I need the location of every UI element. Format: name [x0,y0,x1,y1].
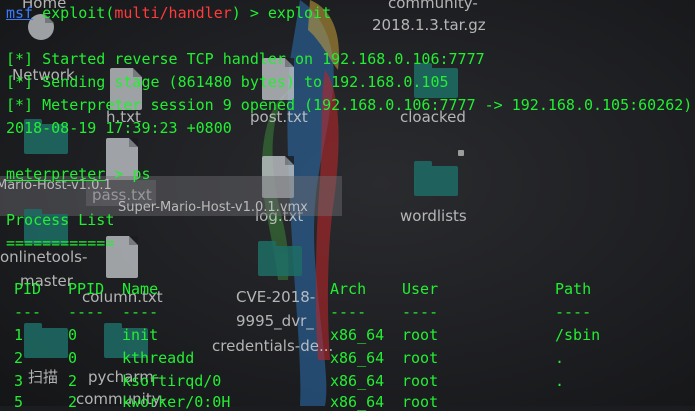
path-cell: . [555,372,565,390]
pid-cell: 2 [14,349,24,367]
ps-command: > ps [105,165,151,183]
pid-cell: 1 [14,326,24,344]
column-header-user: User [402,280,439,298]
exploit-prefix: exploit( [33,4,115,22]
name-cell: kworker/0:0H [122,393,231,411]
ppid-cell: 0 [68,326,78,344]
meterpreter-ps-command-line: meterpreter > ps [6,165,151,183]
ppid-cell: 2 [68,393,78,411]
arch-cell: x86_64 [330,393,385,411]
column-rule-name: ---- [122,303,159,321]
path-cell: . [555,349,565,367]
user-cell: root [402,349,439,367]
column-header-path: Path [555,280,592,298]
exploit-suffix: ) > exploit [231,4,332,22]
arch-cell: x86_64 [330,372,385,390]
msf-exploit-command-line: msf exploit(multi/handler) > exploit [6,4,331,22]
path-cell: /sbin [555,326,601,344]
process-list-rule: ============ [6,234,115,252]
timestamp-line: 2018-08-19 17:39:23 +0800 [6,119,232,137]
name-cell: init [122,326,159,344]
msf-prompt: msf [6,4,34,22]
sending-stage-line: [*] Sending stage (861480 bytes) to 192.… [6,73,449,91]
user-cell: root [402,393,439,411]
arch-cell: x86_64 [330,349,385,367]
column-header-arch: Arch [330,280,367,298]
process-list-title: Process List [6,211,115,229]
column-header-pid: PID [14,280,42,298]
ppid-cell: 0 [68,349,78,367]
column-rule-arch: ---- [330,303,367,321]
pid-cell: 5 [14,393,24,411]
user-cell: root [402,372,439,390]
session-opened-line: [*] Meterpreter session 9 opened (192.16… [6,96,695,114]
name-cell: kthreadd [122,349,195,367]
column-rule-ppid: ---- [68,303,105,321]
exploit-module: multi/handler [114,4,232,22]
handler-started-line: [*] Started reverse TCP handler on 192.1… [6,50,485,68]
column-header-ppid: PPID [68,280,105,298]
name-cell: ksoftirqd/0 [122,372,222,390]
arch-cell: x86_64 [330,326,385,344]
column-rule-path: ---- [555,303,592,321]
column-header-name: Name [122,280,159,298]
terminal-output[interactable]: msf exploit(multi/handler) > exploit [*]… [0,0,695,411]
column-rule-user: ---- [402,303,439,321]
meterpreter-prompt: meterpreter [6,165,106,183]
user-cell: root [402,326,439,344]
column-rule-pid: --- [14,303,42,321]
pid-cell: 3 [14,372,24,390]
ppid-cell: 2 [68,372,78,390]
